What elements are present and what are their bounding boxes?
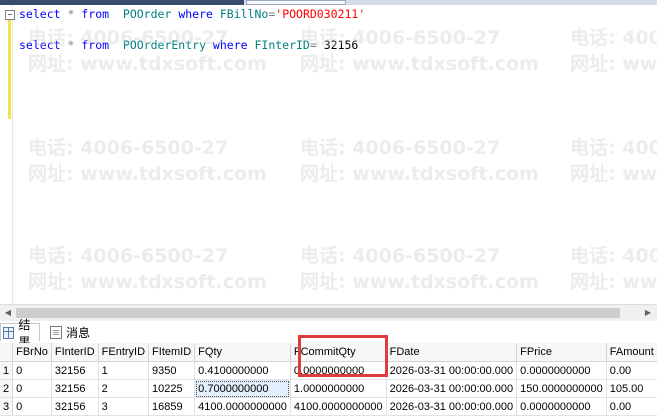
table-cell[interactable]: 4100.0000000000 [290,397,387,416]
results-grid[interactable]: FBrNo FInterID FEntryID FItemID FQty FCommitQ… [0,343,657,419]
table-cell[interactable]: 9350 [148,361,196,380]
row-number-cell[interactable]: 3 [0,397,14,416]
table-cell[interactable]: 2 [98,379,150,398]
watermark-phone: 电话: 4006-6500-27 [570,137,657,159]
table-cell[interactable]: 32156 [51,397,99,416]
column-header[interactable]: FInterID [51,343,99,362]
watermark-phone: 电话: 4006-6500-27 [570,245,657,267]
column-header[interactable]: FQty [194,343,291,362]
code-token: = [309,38,317,52]
code-token: POOrder [109,7,179,21]
code-line-2[interactable]: select * from POOrderEntry where FInterI… [19,38,358,52]
collapse-toggle-icon[interactable]: − [5,10,15,20]
code-token: 'POORD030211' [275,7,366,21]
results-header-row: FBrNo FInterID FEntryID FItemID FQty FCommitQ… [0,343,657,362]
code-token: select [19,7,61,21]
table-cell[interactable]: 3 [98,397,150,416]
scroll-left-icon[interactable]: ◀ [2,307,14,319]
table-cell[interactable]: 32156 [51,361,99,380]
watermark-site: 网址: www.tdxsoft.com [28,271,267,293]
watermark-site: 网址: www.tdxsoft.com [300,53,539,75]
table-cell[interactable]: 2026-03-31 00:00:00.000 [386,361,518,380]
scrollbar-thumb[interactable] [16,308,620,318]
sql-editor[interactable]: − select * from POOrder where FBillNo='P… [0,5,657,305]
code-token: FInterID [247,38,310,52]
watermark-phone: 电话: 4006-6500-27 [28,245,229,267]
table-row[interactable]: 3 0 32156 3 16859 4100.0000000000 4100.0000000… [0,397,657,416]
code-token: from [81,38,110,52]
code-token: FBillNo [212,7,269,21]
table-cell[interactable]: 16859 [148,397,196,416]
change-tracking-bar [8,11,11,119]
table-cell[interactable]: 105.00 [606,379,657,398]
table-cell[interactable]: 32156 [51,379,99,398]
watermark-site: 网址: www.tdxsoft.com [570,163,657,185]
table-cell[interactable]: 0.0000000000 [516,361,607,380]
code-token: 32156 [316,38,359,52]
table-cell[interactable]: 0 [12,397,52,416]
table-cell[interactable]: 0.00 [606,361,657,380]
column-header[interactable]: FItemID [148,343,196,362]
grid-icon [3,326,15,339]
table-cell[interactable]: 4100.0000000000 [194,397,291,416]
table-cell[interactable]: 0.00 [606,397,657,416]
table-cell[interactable]: 0 [12,361,52,380]
table-cell[interactable]: 1 [98,361,150,380]
watermark-phone: 电话: 4006-6500-27 [570,27,657,49]
row-number-cell[interactable]: 2 [0,379,14,398]
table-cell[interactable]: 0.4100000000 [194,361,291,380]
table-cell[interactable]: 2026-03-31 00:00:00.000 [386,379,518,398]
column-header[interactable]: FCommitQty [290,343,387,362]
column-header[interactable]: FEntryID [98,343,150,362]
table-cell[interactable]: 10225 [148,379,196,398]
column-header[interactable]: FBrNo [12,343,52,362]
watermark-phone: 电话: 4006-6500-27 [300,245,501,267]
table-row[interactable]: 1 0 32156 1 9350 0.4100000000 0.0000000000 2026… [0,361,657,380]
messages-icon [50,325,62,339]
column-header[interactable]: FAmount [606,343,657,362]
table-cell[interactable]: 0.0000000000 [290,361,387,380]
watermark-site: 网址: www.tdxsoft.com [300,163,539,185]
code-token: from [81,7,110,21]
code-token: select [19,38,61,52]
watermark-site: 网址: www.tdxsoft.com [28,163,267,185]
results-tab-bar: 结果 消息 [0,318,657,349]
row-number-header[interactable] [0,343,14,362]
code-line-1[interactable]: select * from POOrder where FBillNo='POO… [19,7,365,21]
watermark-site: 网址: www.tdxsoft.com [570,53,657,75]
watermark-phone: 电话: 4006-6500-27 [28,137,229,159]
watermark-site: 网址: www.tdxsoft.com [570,271,657,293]
editor-gutter [0,5,13,305]
row-number-cell[interactable]: 1 [0,361,14,380]
tab-messages-label: 消息 [66,325,91,340]
table-cell[interactable]: 150.0000000000 [516,379,607,398]
column-header[interactable]: FPrice [516,343,607,362]
tab-messages[interactable]: 消息 [50,323,90,341]
table-cell[interactable]: 0.7000000000 [194,379,291,398]
scroll-right-icon[interactable]: ▶ [642,307,654,319]
column-header[interactable]: FDate [386,343,518,362]
results-table: FBrNo FInterID FEntryID FItemID FQty FCommitQ… [0,343,657,416]
tab-results[interactable]: 结果 [0,318,40,349]
table-row[interactable]: 2 0 32156 2 10225 0.7000000000 1.0000000000 202… [0,379,657,398]
watermark-phone: 电话: 4006-6500-27 [300,137,501,159]
watermark-site: 网址: www.tdxsoft.com [28,53,267,75]
watermark-site: 网址: www.tdxsoft.com [300,271,539,293]
editor-horizontal-scrollbar[interactable]: ◀ ▶ [0,304,657,321]
table-cell[interactable]: 0.0000000000 [516,397,607,416]
table-cell[interactable]: 2026-03-31 00:00:00.000 [386,397,518,416]
code-token: where [212,38,248,52]
code-token: where [178,7,213,21]
table-cell[interactable]: 1.0000000000 [290,379,387,398]
table-cell[interactable]: 0 [12,379,52,398]
code-token: POOrderEntry [109,38,213,52]
